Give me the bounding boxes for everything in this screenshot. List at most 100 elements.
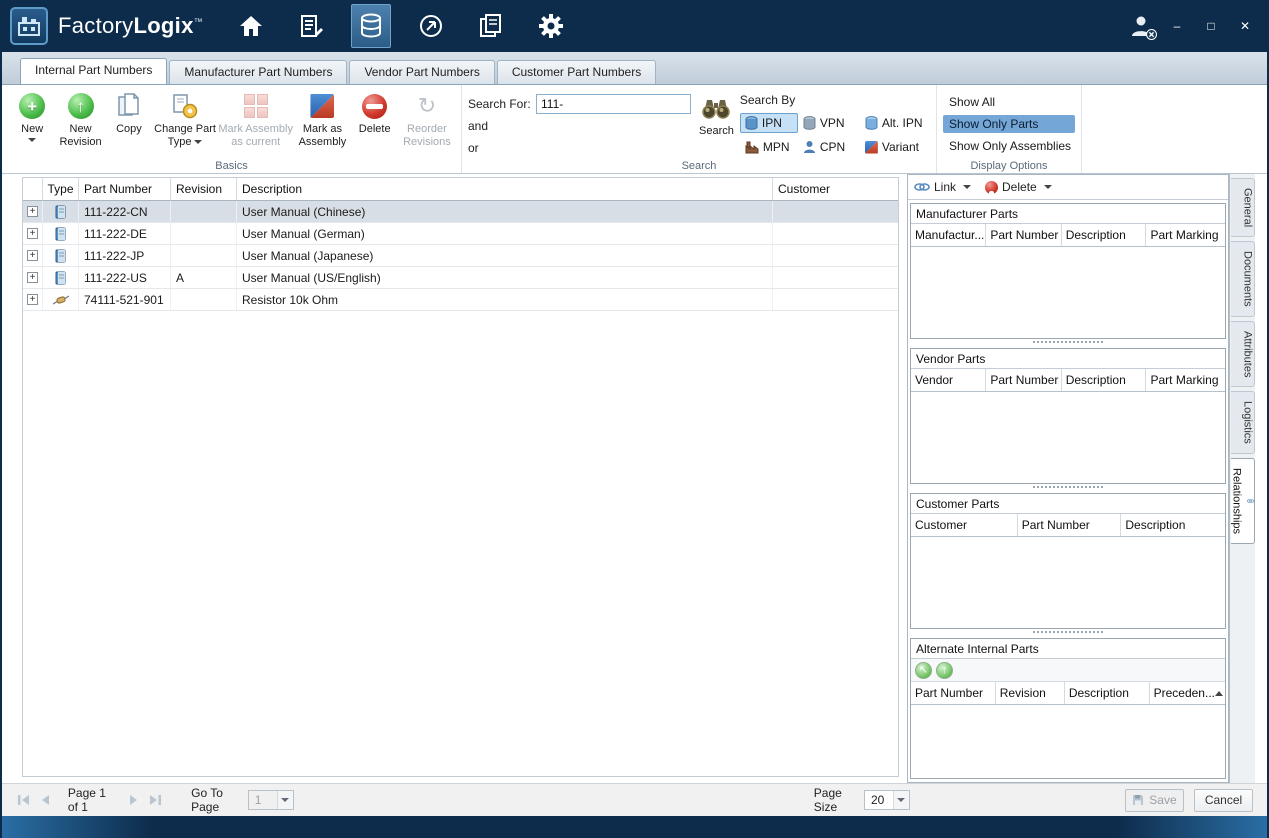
search-by-ipn-option[interactable]: IPN — [739, 113, 798, 133]
go-to-page-combo[interactable]: 1 — [247, 790, 294, 810]
table-row[interactable]: 74111-521-901 Resistor 10k Ohm — [23, 289, 898, 311]
header-manufacturer[interactable]: Manufactur... — [911, 224, 987, 246]
next-page-button[interactable] — [125, 790, 142, 810]
go-to-page-dropdown-icon — [276, 791, 293, 809]
show-only-parts-option[interactable]: Show Only Parts — [943, 115, 1075, 133]
customer-parts-body — [911, 537, 1225, 628]
delete-button[interactable]: Delete — [351, 89, 399, 155]
header-revision[interactable]: Revision — [996, 682, 1065, 704]
close-button[interactable]: ✕ — [1235, 16, 1255, 36]
tab-internal-part-numbers[interactable]: Internal Part Numbers — [20, 58, 168, 84]
reorder-revisions-button[interactable]: ↻ Reorder Revisions — [399, 89, 455, 155]
tab-logistics[interactable]: Logistics — [1230, 391, 1255, 455]
previous-page-button[interactable] — [37, 790, 54, 810]
search-button-label: Search — [699, 125, 734, 137]
table-row[interactable]: 111-222-CN User Manual (Chinese) — [23, 201, 898, 223]
header-precedence[interactable]: Preceden... — [1150, 682, 1225, 704]
home-icon[interactable] — [231, 4, 271, 48]
link-button[interactable]: Link — [914, 180, 972, 194]
ribbon-group-basics: + New ↑ New Revision Copy Change Part Ty… — [2, 85, 462, 173]
header-part-number[interactable]: Part Number — [79, 178, 171, 200]
show-all-option[interactable]: Show All — [943, 93, 1075, 111]
header-part-marking[interactable]: Part Marking — [1146, 369, 1225, 391]
copy-icon — [114, 91, 144, 121]
customer-parts-title: Customer Parts — [911, 494, 1225, 514]
relationships-link-icon — [1246, 499, 1254, 503]
header-vendor[interactable]: Vendor — [911, 369, 987, 391]
tab-relationships-label: Relationships — [1230, 468, 1243, 535]
first-page-button[interactable] — [16, 790, 33, 810]
production-list-icon[interactable] — [291, 4, 331, 48]
search-by-vpn-option[interactable]: VPN — [798, 113, 860, 133]
header-part-marking[interactable]: Part Marking — [1146, 224, 1225, 246]
maximize-button[interactable]: □ — [1201, 16, 1221, 36]
delete-label: Delete — [358, 123, 391, 135]
row-expand-toggle[interactable] — [23, 223, 43, 244]
tab-general[interactable]: General — [1230, 178, 1255, 238]
mark-as-assembly-button[interactable]: Mark as Assembly — [294, 89, 350, 155]
tab-documents[interactable]: Documents — [1230, 241, 1255, 317]
documents-icon[interactable] — [471, 4, 511, 48]
add-alternate-part-button[interactable]: ↖ — [915, 661, 932, 679]
header-description[interactable]: Description — [237, 178, 773, 200]
header-customer[interactable]: Customer — [773, 178, 898, 200]
search-by-cpn-option[interactable]: CPN — [798, 137, 860, 157]
search-by-variant-option[interactable]: Variant — [860, 137, 936, 157]
minimize-button[interactable]: – — [1167, 16, 1187, 36]
parts-database-icon[interactable] — [350, 4, 391, 48]
header-part-number[interactable]: Part Number — [986, 224, 1062, 246]
search-button[interactable]: Search — [699, 93, 734, 159]
header-revision[interactable]: Revision — [171, 178, 237, 200]
dispatch-icon[interactable] — [411, 4, 451, 48]
header-type[interactable]: Type — [43, 178, 79, 200]
tab-attributes[interactable]: Attributes — [1230, 320, 1255, 388]
user-account-icon[interactable] — [1129, 14, 1157, 40]
header-customer[interactable]: Customer — [911, 514, 1018, 536]
tab-relationships[interactable]: Relationships — [1230, 458, 1255, 545]
titlebar-nav — [231, 4, 571, 48]
tab-manufacturer-part-numbers[interactable]: Manufacturer Part Numbers — [169, 60, 348, 84]
row-expand-toggle[interactable] — [23, 267, 43, 288]
header-part-number[interactable]: Part Number — [986, 369, 1062, 391]
header-part-number[interactable]: Part Number — [911, 682, 996, 704]
header-part-number[interactable]: Part Number — [1018, 514, 1122, 536]
save-button[interactable]: Save — [1124, 788, 1184, 812]
change-part-type-button[interactable]: Change Part Type — [153, 89, 217, 155]
search-fields: Search For: and or — [468, 93, 691, 159]
table-row[interactable]: 111-222-US A User Manual (US/English) — [23, 267, 898, 289]
cpn-option-label: CPN — [819, 140, 846, 154]
row-expand-toggle[interactable] — [23, 201, 43, 222]
add-alternate-revision-button[interactable]: ↑ — [936, 661, 953, 679]
tab-vendor-part-numbers[interactable]: Vendor Part Numbers — [349, 60, 495, 84]
new-button[interactable]: + New — [8, 89, 56, 155]
copy-button[interactable]: Copy — [105, 89, 153, 155]
last-page-button[interactable] — [146, 790, 163, 810]
header-description[interactable]: Description — [1065, 682, 1150, 704]
row-expand-toggle[interactable] — [23, 245, 43, 266]
table-row[interactable]: 111-222-DE User Manual (German) — [23, 223, 898, 245]
header-description[interactable]: Description — [1062, 224, 1147, 246]
unlink-delete-button[interactable]: Delete — [985, 180, 1052, 196]
new-revision-icon: ↑ — [66, 91, 96, 121]
mark-assembly-as-current-button[interactable]: Mark Assembly as current — [217, 89, 294, 155]
manufacturer-parts-section: Manufacturer Parts Manufactur... Part Nu… — [910, 203, 1226, 339]
table-row[interactable]: 111-222-JP User Manual (Japanese) — [23, 245, 898, 267]
row-expand-toggle[interactable] — [23, 289, 43, 310]
cell-revision: A — [171, 267, 237, 288]
search-by-alt-ipn-option[interactable]: Alt. IPN — [860, 113, 936, 133]
cancel-button[interactable]: Cancel — [1193, 788, 1254, 812]
page-size-combo[interactable]: 20 — [863, 790, 910, 810]
splitter[interactable] — [908, 629, 1228, 635]
relationships-delete-label: Delete — [1002, 180, 1037, 194]
settings-gear-icon[interactable] — [531, 4, 571, 48]
tab-customer-part-numbers[interactable]: Customer Part Numbers — [496, 60, 657, 84]
search-by-mpn-option[interactable]: MPN — [740, 137, 798, 157]
splitter[interactable] — [908, 339, 1228, 345]
show-only-assemblies-option[interactable]: Show Only Assemblies — [943, 137, 1075, 155]
variant-option-label: Variant — [881, 140, 919, 154]
new-revision-button[interactable]: ↑ New Revision — [56, 89, 104, 155]
header-description[interactable]: Description — [1062, 369, 1147, 391]
search-input[interactable] — [536, 94, 691, 114]
header-description[interactable]: Description — [1121, 514, 1225, 536]
splitter[interactable] — [908, 484, 1228, 490]
